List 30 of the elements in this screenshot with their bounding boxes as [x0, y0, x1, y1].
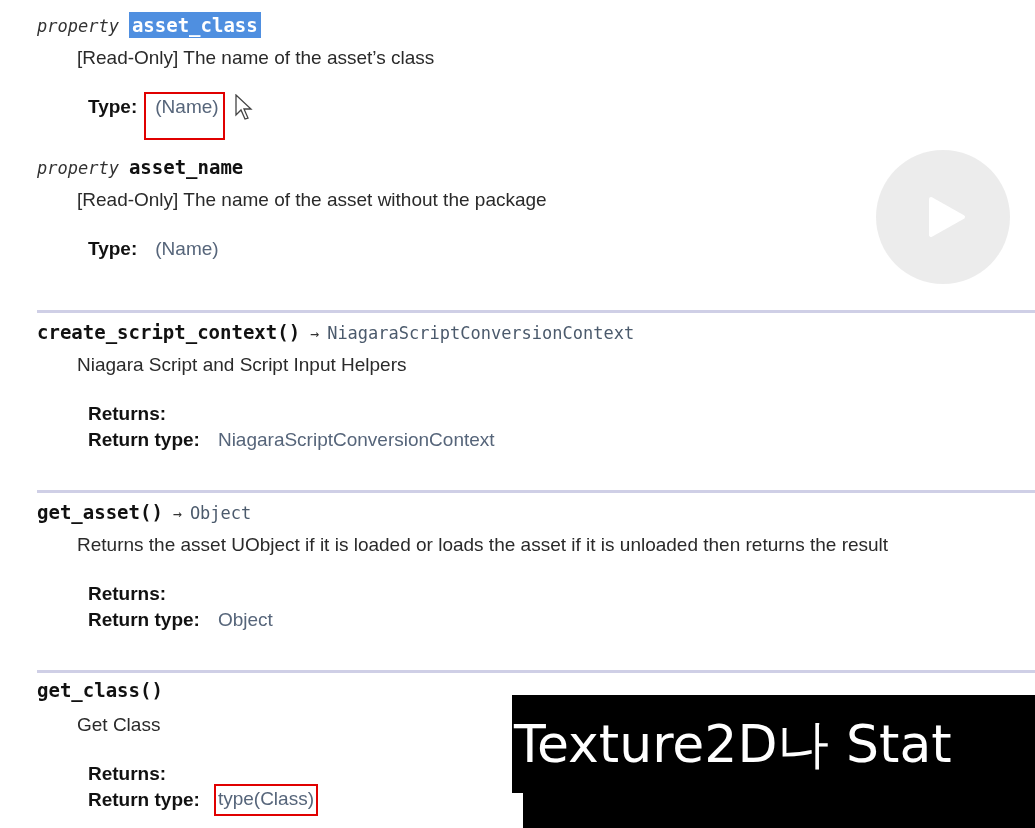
type-link[interactable]: Object: [217, 609, 273, 631]
field-label: Returns:: [88, 403, 167, 425]
field-label: Returns:: [88, 583, 167, 605]
return-type-link[interactable]: NiagaraScriptConversionContext: [327, 317, 635, 349]
field-label: Type:: [88, 96, 138, 118]
description: [Read-Only] The name of the asset’s class: [77, 46, 436, 70]
property-name: asset_name: [128, 155, 244, 180]
type-link[interactable]: type(Class): [217, 788, 314, 810]
field-label: Type:: [88, 238, 138, 260]
type-link[interactable]: (Name): [155, 238, 219, 260]
type-link[interactable]: NiagaraScriptConversionContext: [217, 429, 495, 451]
description: Returns the asset UObject if it is loaded or loads the asset if it is unloaded then returns the result: [77, 533, 890, 557]
return-type-link[interactable]: Object: [189, 497, 252, 529]
type-link[interactable]: (Name): [155, 96, 219, 118]
property-keyword: property: [37, 15, 119, 38]
field-label: Return type:: [88, 789, 200, 811]
field-label: Return type:: [88, 429, 200, 451]
field-label: Return type:: [88, 609, 200, 631]
field-label: Returns:: [88, 763, 167, 785]
method-signature: get_class(): [37, 678, 163, 703]
description: Get Class: [77, 713, 162, 737]
property-name: asset_class: [128, 12, 261, 38]
arrow-symbol: →: [310, 324, 320, 345]
subtitle: Texture2D나 Stat: [512, 695, 1035, 793]
method-signature: get_asset(): [37, 500, 163, 525]
method-signature: create_script_context(): [37, 320, 301, 345]
description: [Read-Only] The name of the asset without the package: [77, 188, 548, 212]
property-keyword: property: [37, 157, 119, 180]
description: Niagara Script and Script Input Helpers: [77, 353, 408, 377]
arrow-symbol: →: [172, 504, 182, 525]
